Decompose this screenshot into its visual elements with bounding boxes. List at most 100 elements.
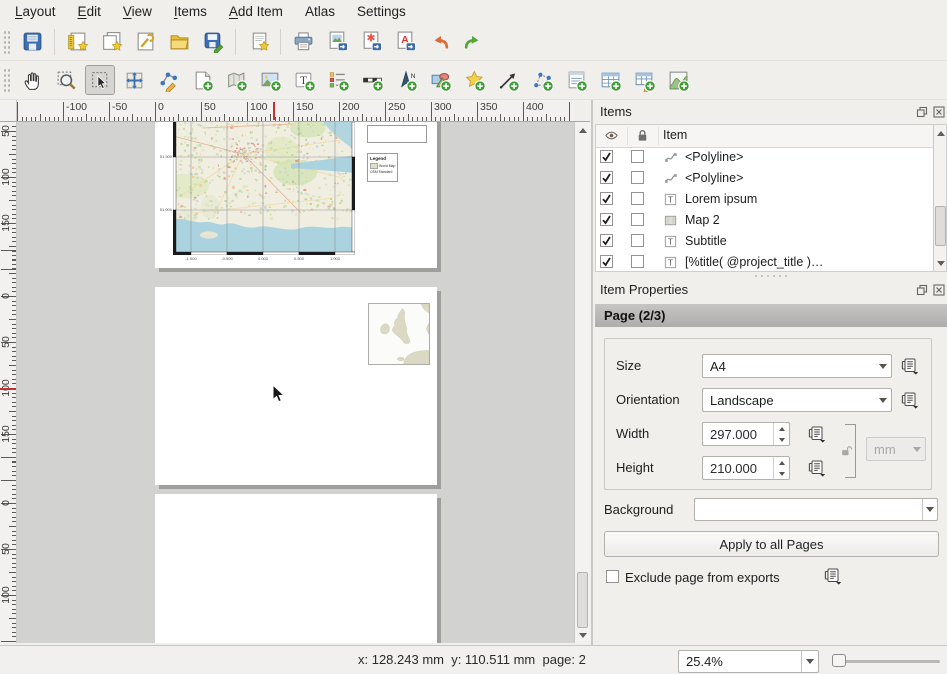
items-scrollbar-thumb[interactable] [935, 206, 946, 246]
add-page-button[interactable] [187, 65, 217, 95]
item-lock-checkbox[interactable] [631, 234, 644, 247]
add-pages-button[interactable] [243, 27, 273, 57]
layout-page-2[interactable] [155, 287, 437, 485]
redo-button[interactable] [458, 27, 488, 57]
new-layout-button[interactable] [62, 27, 92, 57]
height-data-defined-button[interactable] [806, 459, 828, 477]
duplicate-layout-button[interactable] [96, 27, 126, 57]
select-button[interactable] [85, 65, 115, 95]
item-visibility-checkbox[interactable] [600, 213, 613, 226]
items-list-row[interactable]: Map 2 [596, 210, 932, 231]
menu-layout[interactable]: Layout [4, 2, 67, 21]
exclude-data-defined-button[interactable] [822, 567, 844, 585]
scrollbar-thumb[interactable] [577, 572, 588, 628]
add-table-button[interactable] [595, 65, 625, 95]
item-lock-checkbox[interactable] [631, 213, 644, 226]
zoom-slider-track[interactable] [832, 660, 940, 663]
menu-items[interactable]: Items [163, 2, 218, 21]
page-properties-group-header[interactable]: Page (2/3) [595, 304, 947, 327]
export-image-button[interactable] [322, 27, 352, 57]
canvas-vertical-scrollbar[interactable] [574, 122, 590, 643]
exclude-page-checkbox[interactable] [606, 570, 619, 583]
add-legend-button[interactable] [323, 65, 353, 95]
map-item[interactable] [173, 122, 355, 255]
item-lock-checkbox[interactable] [631, 150, 644, 163]
add-picture-button[interactable] [255, 65, 285, 95]
apply-to-all-pages-button[interactable]: Apply to all Pages [604, 531, 939, 557]
width-spin-down[interactable] [774, 434, 789, 445]
save-as-template-button[interactable] [198, 27, 228, 57]
add-fixed-table-button[interactable] [629, 65, 659, 95]
items-scroll-down-button[interactable] [934, 256, 947, 270]
item-visibility-checkbox[interactable] [600, 255, 613, 268]
item-visibility-checkbox[interactable] [600, 192, 613, 205]
orientation-combobox[interactable]: Landscape [702, 388, 892, 412]
undo-button[interactable] [424, 27, 454, 57]
open-folder-button[interactable] [164, 27, 194, 57]
items-panel-close-button[interactable] [933, 106, 945, 118]
overview-map-item[interactable] [368, 303, 430, 365]
move-content-button[interactable] [119, 65, 149, 95]
export-pdf-button[interactable]: A [390, 27, 420, 57]
add-map-button[interactable] [221, 65, 251, 95]
orientation-data-defined-button[interactable] [899, 391, 921, 409]
zoom-level-combobox[interactable]: 25.4% [678, 650, 819, 673]
add-elevation-button[interactable] [663, 65, 693, 95]
background-color-button[interactable] [694, 498, 938, 521]
height-spinbox[interactable]: 210.000 [702, 456, 790, 480]
items-panel-float-button[interactable] [916, 106, 928, 118]
lock-open-icon[interactable] [840, 444, 852, 457]
item-properties-float-button[interactable] [916, 284, 928, 296]
scroll-up-button[interactable] [576, 123, 590, 137]
add-label-button[interactable]: T [289, 65, 319, 95]
height-spin-down[interactable] [774, 468, 789, 479]
items-list-row[interactable]: TLorem ipsum [596, 189, 932, 210]
width-spin-up[interactable] [774, 423, 789, 434]
item-lock-checkbox[interactable] [631, 192, 644, 205]
item-visibility-checkbox[interactable] [600, 171, 613, 184]
zoom-slider-handle[interactable] [832, 654, 846, 667]
legend-item[interactable]: Legend World Map OSM Standard [367, 153, 398, 182]
items-list-row[interactable]: T[%title( @project_title )… [596, 252, 932, 272]
layout-canvas[interactable]: 51.50051.000 -1.000-0.5000.0000.5001.000… [17, 122, 574, 643]
menu-add-item[interactable]: Add Item [218, 2, 294, 21]
item-properties-close-button[interactable] [933, 284, 945, 296]
menu-edit[interactable]: Edit [67, 2, 112, 21]
width-data-defined-button[interactable] [806, 425, 828, 443]
item-lock-checkbox[interactable] [631, 171, 644, 184]
export-svg-button[interactable] [356, 27, 386, 57]
scroll-down-button[interactable] [576, 628, 590, 642]
item-visibility-checkbox[interactable] [600, 150, 613, 163]
print-button[interactable] [288, 27, 318, 57]
height-spin-up[interactable] [774, 457, 789, 468]
menu-atlas[interactable]: Atlas [294, 2, 346, 21]
items-list-row[interactable]: TSubtitle [596, 231, 932, 252]
panel-splitter-handle[interactable] [753, 274, 787, 278]
menu-settings[interactable]: Settings [346, 2, 417, 21]
layout-page-1[interactable]: 51.50051.000 -1.000-0.5000.0000.5001.000… [155, 122, 437, 268]
layout-page-3[interactable] [155, 494, 437, 643]
layout-manager-button[interactable] [130, 27, 160, 57]
add-shape-button[interactable] [425, 65, 455, 95]
add-arrow-button[interactable] [493, 65, 523, 95]
save-button[interactable] [17, 27, 47, 57]
items-list-row[interactable]: <Polyline> [596, 147, 932, 168]
add-scalebar-button[interactable] [357, 65, 387, 95]
pan-button[interactable] [17, 65, 47, 95]
items-list-scrollbar[interactable] [933, 125, 947, 271]
item-lock-checkbox[interactable] [631, 255, 644, 268]
toolbar-drag-handle[interactable] [3, 30, 11, 54]
size-data-defined-button[interactable] [899, 357, 921, 375]
toolbar-drag-handle[interactable] [3, 68, 11, 92]
zoom-button[interactable] [51, 65, 81, 95]
add-north-arrow-button[interactable]: N [391, 65, 421, 95]
items-scroll-up-button[interactable] [934, 126, 947, 140]
item-visibility-checkbox[interactable] [600, 234, 613, 247]
edit-nodes-button[interactable] [153, 65, 183, 95]
add-marker-button[interactable] [459, 65, 489, 95]
add-html-button[interactable] [561, 65, 591, 95]
title-label-item[interactable] [367, 125, 427, 143]
menu-view[interactable]: View [112, 2, 163, 21]
add-node-item-button[interactable] [527, 65, 557, 95]
items-list-row[interactable]: <Polyline> [596, 168, 932, 189]
